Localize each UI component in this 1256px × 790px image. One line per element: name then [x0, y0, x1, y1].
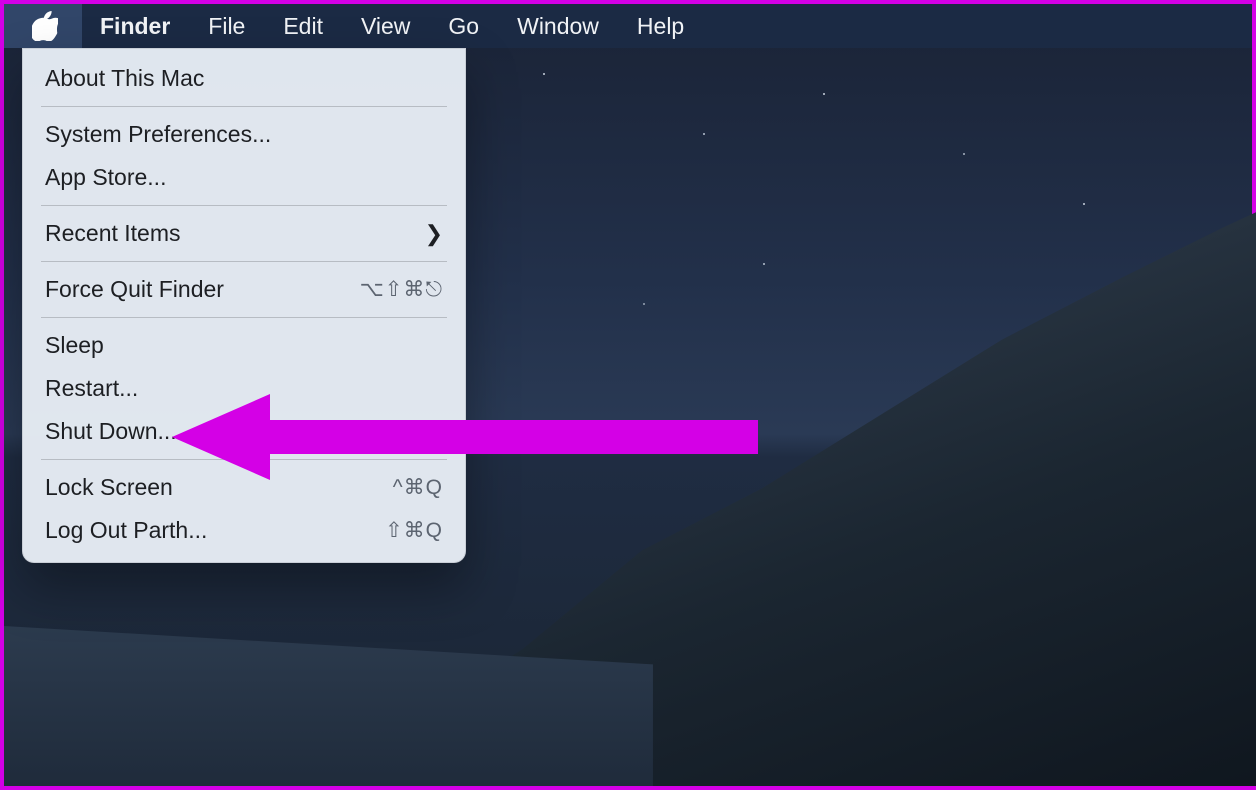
- apple-logo-icon: [32, 11, 58, 41]
- menubar-item-view[interactable]: View: [343, 4, 428, 48]
- menubar-item-edit[interactable]: Edit: [265, 4, 341, 48]
- shortcut-label: ⌥⇧⌘⎋: [360, 277, 443, 302]
- menubar-app-name[interactable]: Finder: [82, 4, 188, 48]
- menubar-item-help[interactable]: Help: [619, 4, 702, 48]
- menu-item-label: System Preferences...: [45, 121, 271, 148]
- menubar-item-file[interactable]: File: [190, 4, 263, 48]
- menu-item-label: Lock Screen: [45, 474, 173, 501]
- menu-separator: [41, 106, 447, 107]
- menu-item-label: Restart...: [45, 375, 138, 402]
- menubar: Finder File Edit View Go Window Help: [4, 4, 1252, 48]
- menu-sleep[interactable]: Sleep: [23, 324, 465, 367]
- menu-about-this-mac[interactable]: About This Mac: [23, 57, 465, 100]
- chevron-right-icon: ❯: [425, 221, 443, 247]
- menu-item-label: App Store...: [45, 164, 166, 191]
- menu-app-store[interactable]: App Store...: [23, 156, 465, 199]
- menubar-item-go[interactable]: Go: [430, 4, 497, 48]
- apple-menu-button[interactable]: [4, 4, 82, 48]
- menu-shut-down[interactable]: Shut Down...: [23, 410, 465, 453]
- menu-lock-screen[interactable]: Lock Screen ^⌘Q: [23, 466, 465, 509]
- menu-log-out[interactable]: Log Out Parth... ⇧⌘Q: [23, 509, 465, 552]
- menubar-item-window[interactable]: Window: [499, 4, 617, 48]
- menu-item-label: Shut Down...: [45, 418, 177, 445]
- menu-force-quit[interactable]: Force Quit Finder ⌥⇧⌘⎋: [23, 268, 465, 311]
- menu-separator: [41, 459, 447, 460]
- menu-system-preferences[interactable]: System Preferences...: [23, 113, 465, 156]
- shortcut-label: ⇧⌘Q: [385, 518, 443, 543]
- menu-item-label: Sleep: [45, 332, 104, 359]
- apple-menu: About This Mac System Preferences... App…: [22, 48, 466, 563]
- menu-separator: [41, 261, 447, 262]
- menu-item-label: Recent Items: [45, 220, 181, 247]
- menu-item-label: Log Out Parth...: [45, 517, 207, 544]
- menu-separator: [41, 205, 447, 206]
- menu-item-label: Force Quit Finder: [45, 276, 224, 303]
- shortcut-label: ^⌘Q: [393, 475, 443, 500]
- menu-recent-items[interactable]: Recent Items ❯: [23, 212, 465, 255]
- menu-restart[interactable]: Restart...: [23, 367, 465, 410]
- menu-separator: [41, 317, 447, 318]
- menu-item-label: About This Mac: [45, 65, 204, 92]
